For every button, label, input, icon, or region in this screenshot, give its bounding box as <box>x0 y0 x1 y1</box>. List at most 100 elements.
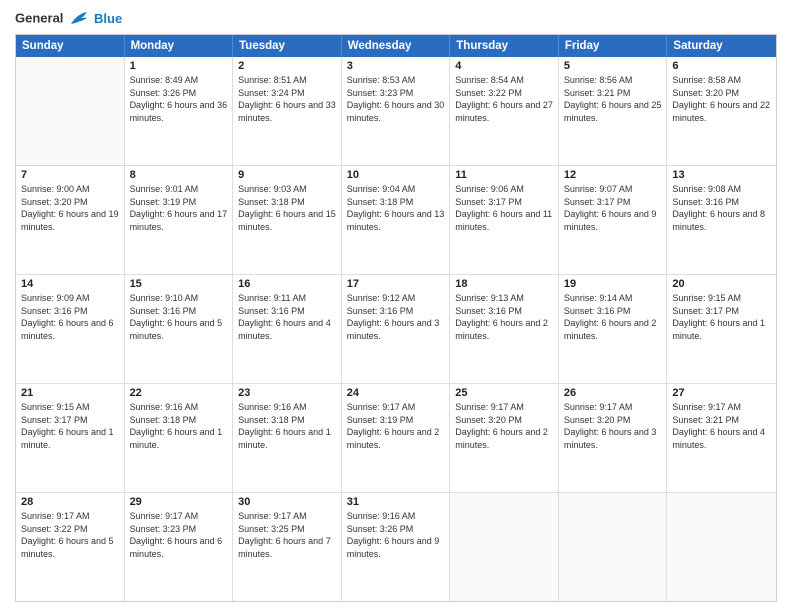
day-number: 24 <box>347 387 445 399</box>
calendar-cell: 4 Sunrise: 8:54 AMSunset: 3:22 PMDayligh… <box>450 57 559 165</box>
calendar-cell: 9 Sunrise: 9:03 AMSunset: 3:18 PMDayligh… <box>233 166 342 274</box>
cell-info: Sunrise: 9:15 AMSunset: 3:17 PMDaylight:… <box>672 292 771 342</box>
calendar-week-1: 1 Sunrise: 8:49 AMSunset: 3:26 PMDayligh… <box>16 57 776 166</box>
cell-info: Sunrise: 9:17 AMSunset: 3:20 PMDaylight:… <box>455 401 553 451</box>
cell-info: Sunrise: 9:17 AMSunset: 3:25 PMDaylight:… <box>238 510 336 560</box>
calendar-cell: 11 Sunrise: 9:06 AMSunset: 3:17 PMDaylig… <box>450 166 559 274</box>
header-cell-monday: Monday <box>125 35 234 57</box>
calendar-cell: 17 Sunrise: 9:12 AMSunset: 3:16 PMDaylig… <box>342 275 451 383</box>
calendar-cell <box>16 57 125 165</box>
day-number: 27 <box>672 387 771 399</box>
cell-info: Sunrise: 9:17 AMSunset: 3:22 PMDaylight:… <box>21 510 119 560</box>
cell-info: Sunrise: 9:09 AMSunset: 3:16 PMDaylight:… <box>21 292 119 342</box>
calendar: SundayMondayTuesdayWednesdayThursdayFrid… <box>15 34 777 602</box>
page-header: General Blue <box>15 10 777 28</box>
calendar-cell: 19 Sunrise: 9:14 AMSunset: 3:16 PMDaylig… <box>559 275 668 383</box>
calendar-cell: 27 Sunrise: 9:17 AMSunset: 3:21 PMDaylig… <box>667 384 776 492</box>
calendar-cell: 10 Sunrise: 9:04 AMSunset: 3:18 PMDaylig… <box>342 166 451 274</box>
calendar-cell: 30 Sunrise: 9:17 AMSunset: 3:25 PMDaylig… <box>233 493 342 601</box>
day-number: 8 <box>130 169 228 181</box>
logo-bird-icon <box>69 10 91 28</box>
calendar-week-4: 21 Sunrise: 9:15 AMSunset: 3:17 PMDaylig… <box>16 384 776 493</box>
cell-info: Sunrise: 8:49 AMSunset: 3:26 PMDaylight:… <box>130 74 228 124</box>
calendar-cell: 15 Sunrise: 9:10 AMSunset: 3:16 PMDaylig… <box>125 275 234 383</box>
cell-info: Sunrise: 9:14 AMSunset: 3:16 PMDaylight:… <box>564 292 662 342</box>
day-number: 2 <box>238 60 336 72</box>
cell-info: Sunrise: 8:58 AMSunset: 3:20 PMDaylight:… <box>672 74 771 124</box>
calendar-cell: 20 Sunrise: 9:15 AMSunset: 3:17 PMDaylig… <box>667 275 776 383</box>
day-number: 3 <box>347 60 445 72</box>
header-cell-wednesday: Wednesday <box>342 35 451 57</box>
calendar-cell: 24 Sunrise: 9:17 AMSunset: 3:19 PMDaylig… <box>342 384 451 492</box>
day-number: 28 <box>21 496 119 508</box>
calendar-week-5: 28 Sunrise: 9:17 AMSunset: 3:22 PMDaylig… <box>16 493 776 601</box>
calendar-cell: 8 Sunrise: 9:01 AMSunset: 3:19 PMDayligh… <box>125 166 234 274</box>
day-number: 17 <box>347 278 445 290</box>
calendar-cell <box>450 493 559 601</box>
calendar-cell: 23 Sunrise: 9:16 AMSunset: 3:18 PMDaylig… <box>233 384 342 492</box>
logo: General Blue <box>15 10 122 28</box>
cell-info: Sunrise: 9:16 AMSunset: 3:18 PMDaylight:… <box>238 401 336 451</box>
calendar-cell: 28 Sunrise: 9:17 AMSunset: 3:22 PMDaylig… <box>16 493 125 601</box>
cell-info: Sunrise: 9:16 AMSunset: 3:26 PMDaylight:… <box>347 510 445 560</box>
day-number: 9 <box>238 169 336 181</box>
day-number: 23 <box>238 387 336 399</box>
header-cell-tuesday: Tuesday <box>233 35 342 57</box>
calendar-cell: 7 Sunrise: 9:00 AMSunset: 3:20 PMDayligh… <box>16 166 125 274</box>
day-number: 31 <box>347 496 445 508</box>
cell-info: Sunrise: 9:06 AMSunset: 3:17 PMDaylight:… <box>455 183 553 233</box>
cell-info: Sunrise: 9:04 AMSunset: 3:18 PMDaylight:… <box>347 183 445 233</box>
calendar-cell: 14 Sunrise: 9:09 AMSunset: 3:16 PMDaylig… <box>16 275 125 383</box>
day-number: 30 <box>238 496 336 508</box>
calendar-cell <box>667 493 776 601</box>
day-number: 6 <box>672 60 771 72</box>
day-number: 15 <box>130 278 228 290</box>
calendar-cell: 21 Sunrise: 9:15 AMSunset: 3:17 PMDaylig… <box>16 384 125 492</box>
cell-info: Sunrise: 8:51 AMSunset: 3:24 PMDaylight:… <box>238 74 336 124</box>
cell-info: Sunrise: 8:54 AMSunset: 3:22 PMDaylight:… <box>455 74 553 124</box>
cell-info: Sunrise: 9:15 AMSunset: 3:17 PMDaylight:… <box>21 401 119 451</box>
calendar-body: 1 Sunrise: 8:49 AMSunset: 3:26 PMDayligh… <box>16 57 776 601</box>
day-number: 29 <box>130 496 228 508</box>
cell-info: Sunrise: 8:53 AMSunset: 3:23 PMDaylight:… <box>347 74 445 124</box>
day-number: 4 <box>455 60 553 72</box>
calendar-cell: 2 Sunrise: 8:51 AMSunset: 3:24 PMDayligh… <box>233 57 342 165</box>
cell-info: Sunrise: 9:07 AMSunset: 3:17 PMDaylight:… <box>564 183 662 233</box>
cell-info: Sunrise: 9:16 AMSunset: 3:18 PMDaylight:… <box>130 401 228 451</box>
day-number: 18 <box>455 278 553 290</box>
cell-info: Sunrise: 9:13 AMSunset: 3:16 PMDaylight:… <box>455 292 553 342</box>
day-number: 14 <box>21 278 119 290</box>
calendar-cell <box>559 493 668 601</box>
cell-info: Sunrise: 9:10 AMSunset: 3:16 PMDaylight:… <box>130 292 228 342</box>
logo-text-line2: Blue <box>94 11 122 26</box>
day-number: 26 <box>564 387 662 399</box>
cell-info: Sunrise: 9:08 AMSunset: 3:16 PMDaylight:… <box>672 183 771 233</box>
cell-info: Sunrise: 9:17 AMSunset: 3:19 PMDaylight:… <box>347 401 445 451</box>
calendar-cell: 18 Sunrise: 9:13 AMSunset: 3:16 PMDaylig… <box>450 275 559 383</box>
calendar-cell: 22 Sunrise: 9:16 AMSunset: 3:18 PMDaylig… <box>125 384 234 492</box>
cell-info: Sunrise: 9:17 AMSunset: 3:23 PMDaylight:… <box>130 510 228 560</box>
day-number: 20 <box>672 278 771 290</box>
cell-info: Sunrise: 9:03 AMSunset: 3:18 PMDaylight:… <box>238 183 336 233</box>
day-number: 25 <box>455 387 553 399</box>
day-number: 5 <box>564 60 662 72</box>
calendar-week-3: 14 Sunrise: 9:09 AMSunset: 3:16 PMDaylig… <box>16 275 776 384</box>
calendar-cell: 16 Sunrise: 9:11 AMSunset: 3:16 PMDaylig… <box>233 275 342 383</box>
calendar-cell: 25 Sunrise: 9:17 AMSunset: 3:20 PMDaylig… <box>450 384 559 492</box>
cell-info: Sunrise: 9:17 AMSunset: 3:21 PMDaylight:… <box>672 401 771 451</box>
day-number: 13 <box>672 169 771 181</box>
calendar-cell: 29 Sunrise: 9:17 AMSunset: 3:23 PMDaylig… <box>125 493 234 601</box>
cell-info: Sunrise: 9:17 AMSunset: 3:20 PMDaylight:… <box>564 401 662 451</box>
calendar-cell: 31 Sunrise: 9:16 AMSunset: 3:26 PMDaylig… <box>342 493 451 601</box>
calendar-week-2: 7 Sunrise: 9:00 AMSunset: 3:20 PMDayligh… <box>16 166 776 275</box>
calendar-header: SundayMondayTuesdayWednesdayThursdayFrid… <box>16 35 776 57</box>
calendar-cell: 13 Sunrise: 9:08 AMSunset: 3:16 PMDaylig… <box>667 166 776 274</box>
header-cell-saturday: Saturday <box>667 35 776 57</box>
day-number: 11 <box>455 169 553 181</box>
day-number: 16 <box>238 278 336 290</box>
header-cell-sunday: Sunday <box>16 35 125 57</box>
calendar-cell: 1 Sunrise: 8:49 AMSunset: 3:26 PMDayligh… <box>125 57 234 165</box>
calendar-cell: 12 Sunrise: 9:07 AMSunset: 3:17 PMDaylig… <box>559 166 668 274</box>
cell-info: Sunrise: 9:00 AMSunset: 3:20 PMDaylight:… <box>21 183 119 233</box>
day-number: 12 <box>564 169 662 181</box>
